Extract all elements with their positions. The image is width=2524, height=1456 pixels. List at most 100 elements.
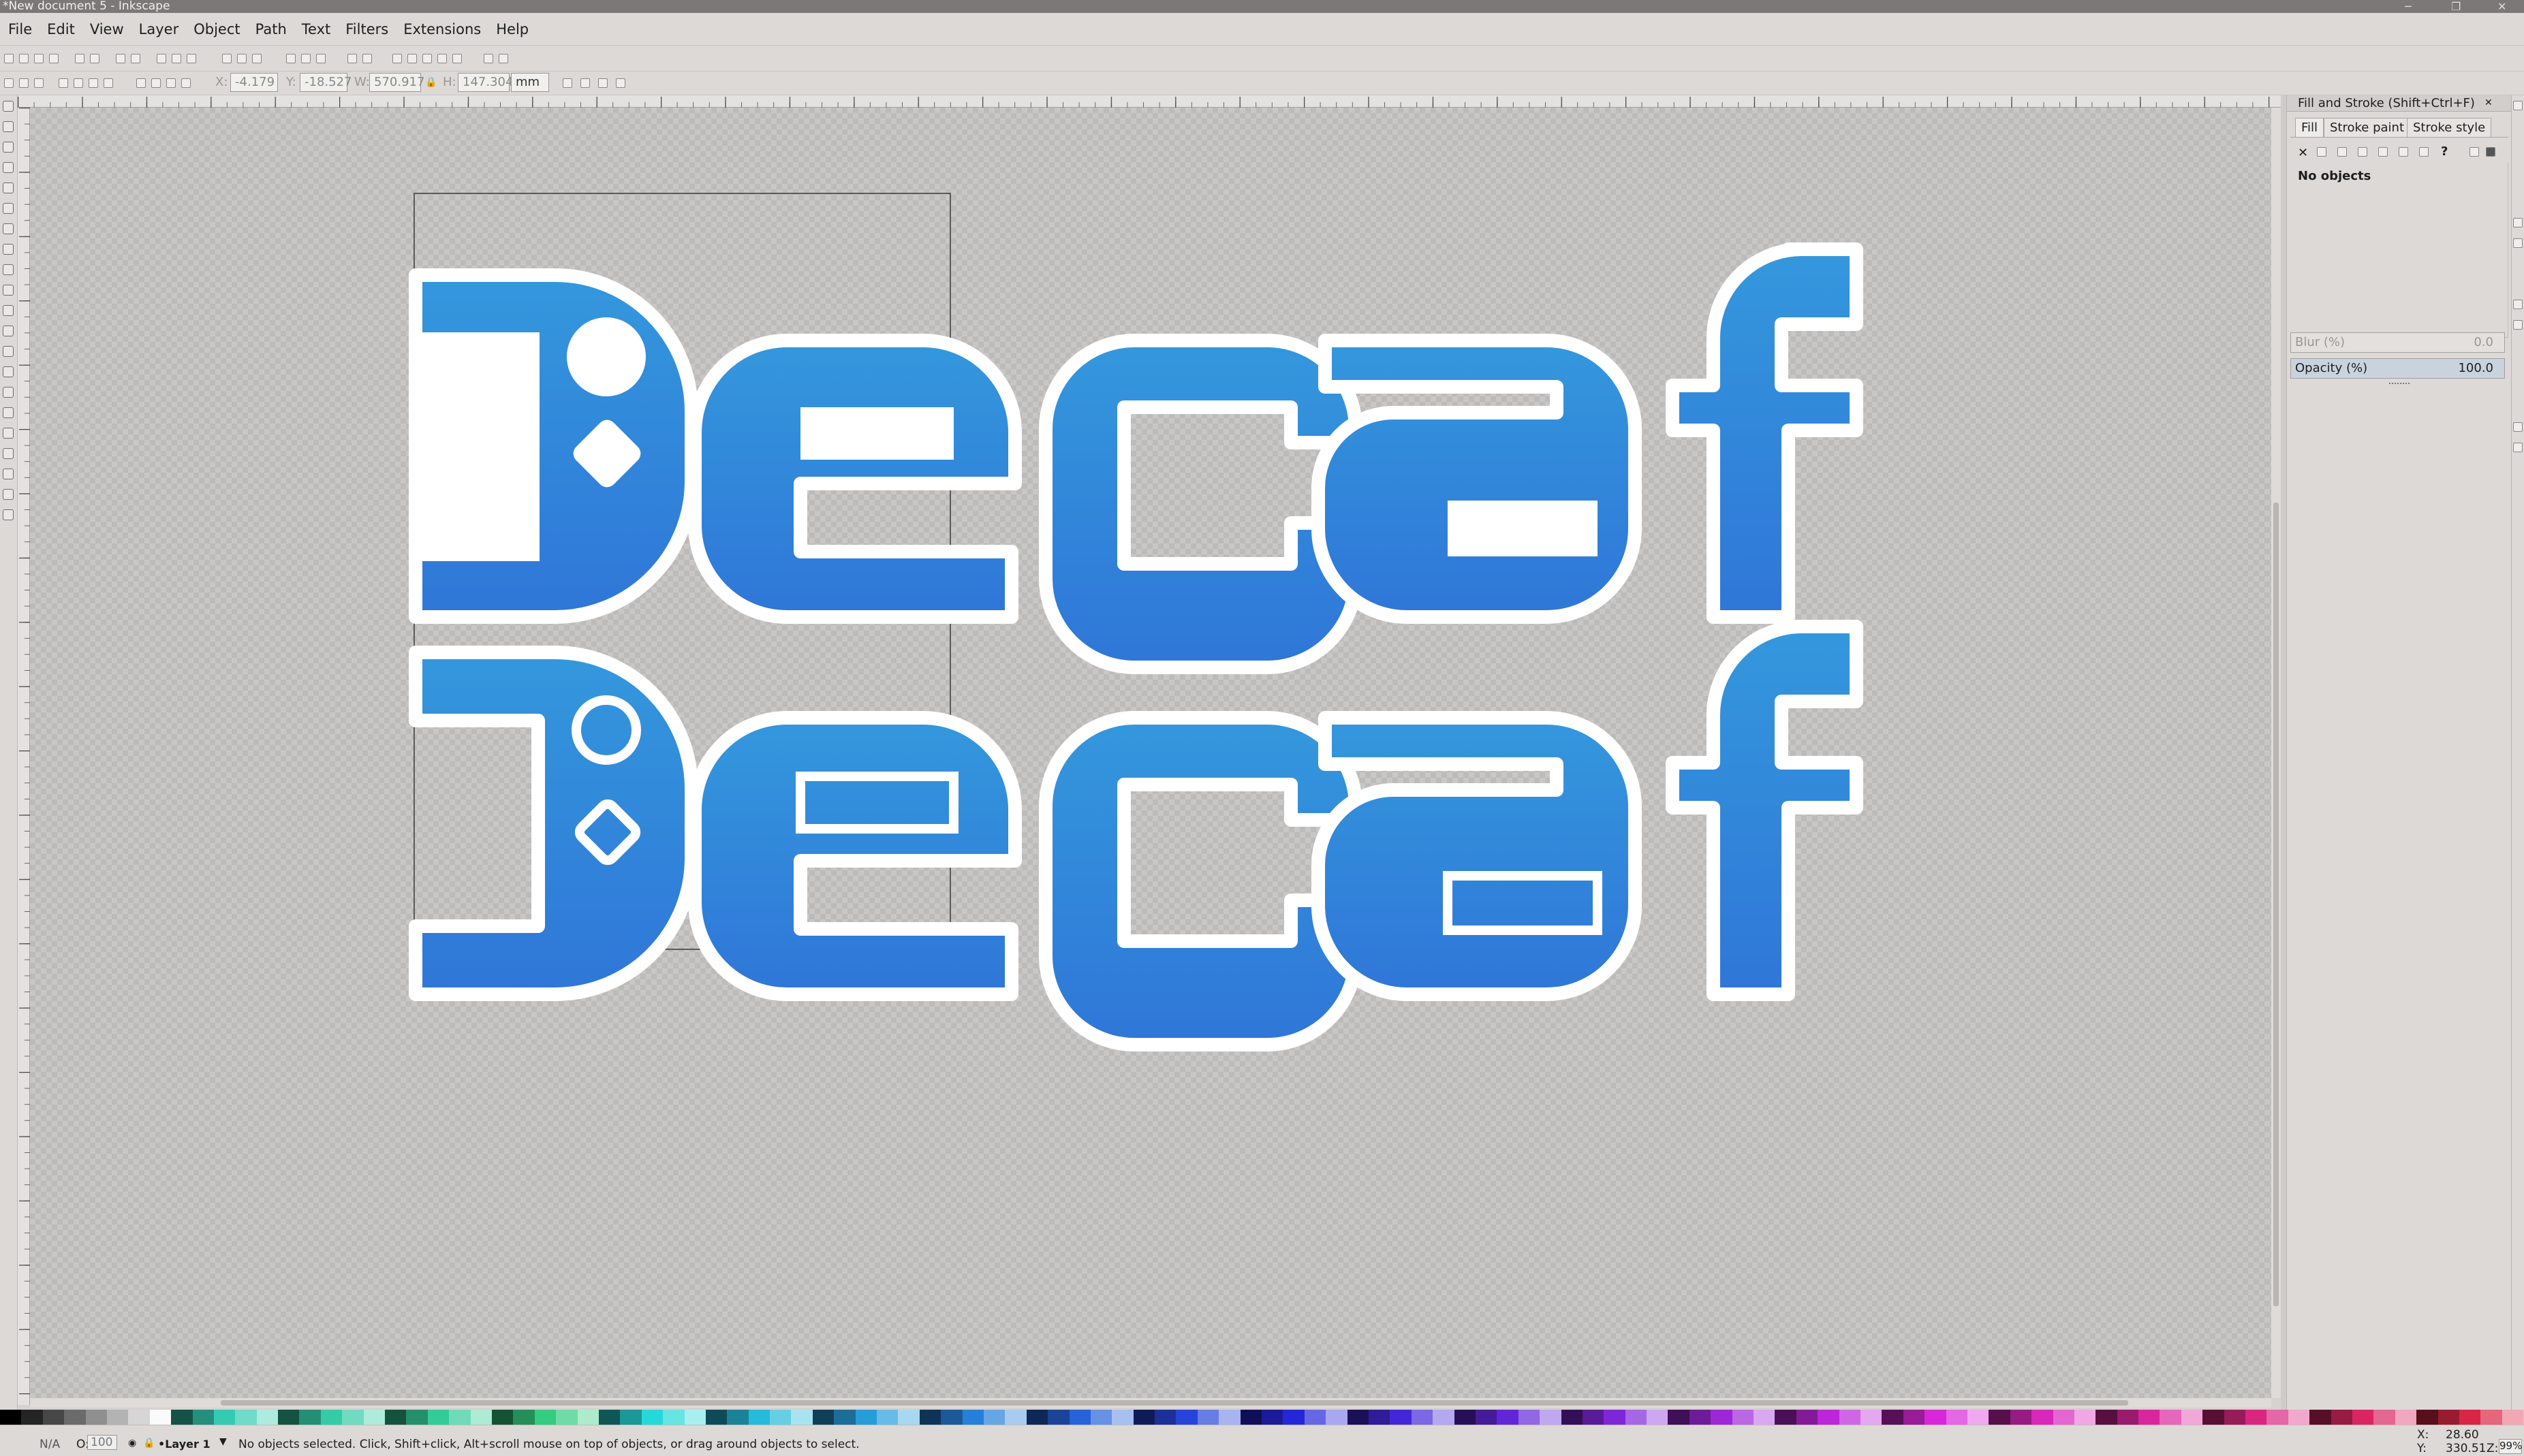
- snap-page-icon[interactable]: [2513, 300, 2523, 309]
- palette-swatch[interactable]: [299, 1410, 321, 1425]
- palette-swatch[interactable]: [42, 1410, 65, 1425]
- flat-color-icon[interactable]: [2317, 147, 2326, 157]
- w-field[interactable]: 570.917: [369, 73, 424, 92]
- group-icon[interactable]: [347, 54, 357, 63]
- text-font-icon[interactable]: [407, 54, 417, 63]
- visibility-icon[interactable]: ◉: [128, 1438, 136, 1449]
- palette-swatch[interactable]: [598, 1410, 621, 1425]
- bucket-tool-icon[interactable]: [3, 428, 14, 439]
- gradient-tool-icon[interactable]: [3, 448, 14, 459]
- flip-horizontal-icon[interactable]: [89, 78, 98, 88]
- lock-icon[interactable]: 🔒: [143, 1438, 155, 1449]
- palette-swatch[interactable]: [1390, 1410, 1412, 1425]
- color-palette[interactable]: [0, 1410, 2524, 1425]
- palette-swatch[interactable]: [2416, 1410, 2438, 1425]
- clone-icon[interactable]: [301, 54, 311, 63]
- import-icon[interactable]: [75, 54, 84, 63]
- palette-swatch[interactable]: [748, 1410, 770, 1425]
- no-paint-icon[interactable]: ✕: [2298, 146, 2308, 160]
- fill-indicator[interactable]: N/A: [40, 1438, 60, 1451]
- palette-swatch[interactable]: [1283, 1410, 1305, 1425]
- opacity-slider[interactable]: Opacity (%) 100.0: [2290, 358, 2505, 379]
- selector-tool-icon[interactable]: [3, 101, 14, 112]
- palette-swatch[interactable]: [2181, 1410, 2203, 1425]
- close-window-button[interactable]: ✕: [2497, 0, 2506, 13]
- horizontal-scrollbar[interactable]: [30, 1398, 2271, 1408]
- redo-icon[interactable]: [131, 54, 140, 63]
- palette-swatch[interactable]: [1582, 1410, 1604, 1425]
- open-icon[interactable]: [19, 54, 29, 63]
- select-all-layers-icon[interactable]: [19, 78, 29, 88]
- palette-swatch[interactable]: [2502, 1410, 2524, 1425]
- palette-swatch[interactable]: [278, 1410, 300, 1425]
- menu-filters[interactable]: Filters: [339, 21, 396, 37]
- palette-swatch[interactable]: [898, 1410, 920, 1425]
- palette-swatch[interactable]: [791, 1410, 813, 1425]
- unlink-clone-icon[interactable]: [316, 54, 326, 63]
- palette-swatch[interactable]: [2395, 1410, 2417, 1425]
- dropper-tool-icon[interactable]: [3, 489, 14, 500]
- palette-swatch[interactable]: [1625, 1410, 1647, 1425]
- save-icon[interactable]: [34, 54, 44, 63]
- vertical-scrollbar[interactable]: [2271, 108, 2281, 1398]
- select-all-icon[interactable]: [4, 78, 14, 88]
- mesh-gradient-icon[interactable]: [2378, 147, 2388, 157]
- move-patterns-icon[interactable]: [616, 78, 625, 88]
- palette-swatch[interactable]: [1946, 1410, 1967, 1425]
- palette-swatch[interactable]: [1454, 1410, 1476, 1425]
- preferences-icon[interactable]: [452, 54, 462, 63]
- node-tool-icon[interactable]: [3, 121, 14, 132]
- maximize-button[interactable]: ❐: [2451, 0, 2461, 13]
- palette-swatch[interactable]: [427, 1410, 450, 1425]
- zoom-tool-icon[interactable]: [3, 162, 14, 173]
- snap-grid-icon[interactable]: [2513, 422, 2523, 432]
- scale-corners-icon[interactable]: [580, 78, 590, 88]
- move-gradients-icon[interactable]: [598, 78, 608, 88]
- fill-rule-evenodd-icon[interactable]: [2470, 147, 2479, 157]
- palette-swatch[interactable]: [1433, 1410, 1454, 1425]
- palette-swatch[interactable]: [1668, 1410, 1689, 1425]
- menu-edit[interactable]: Edit: [40, 21, 83, 37]
- copy-icon[interactable]: [157, 54, 166, 63]
- palette-swatch[interactable]: [21, 1410, 43, 1425]
- palette-swatch[interactable]: [406, 1410, 428, 1425]
- palette-swatch[interactable]: [1005, 1410, 1027, 1425]
- palette-swatch[interactable]: [2266, 1410, 2288, 1425]
- palette-swatch[interactable]: [256, 1410, 279, 1425]
- linear-gradient-icon[interactable]: [2337, 147, 2347, 157]
- rotate-cw-icon[interactable]: [74, 78, 83, 88]
- duplicate-icon[interactable]: [286, 54, 296, 63]
- text-tool-icon[interactable]: [3, 366, 14, 377]
- palette-swatch[interactable]: [1112, 1410, 1134, 1425]
- layer-dropdown-icon[interactable]: ▼: [219, 1436, 227, 1447]
- zoom-page-icon[interactable]: [252, 54, 262, 63]
- palette-swatch[interactable]: [513, 1410, 535, 1425]
- rectangle-tool-icon[interactable]: [3, 203, 14, 214]
- unset-paint-icon[interactable]: ?: [2441, 144, 2448, 159]
- y-field[interactable]: -18.527: [300, 73, 352, 92]
- flip-vertical-icon[interactable]: [104, 78, 113, 88]
- tab-stroke-paint[interactable]: Stroke paint: [2324, 118, 2411, 137]
- pencil-tool-icon[interactable]: [3, 305, 14, 316]
- palette-swatch[interactable]: [470, 1410, 492, 1425]
- palette-swatch[interactable]: [1262, 1410, 1283, 1425]
- snap-bbox-icon[interactable]: [2513, 218, 2523, 227]
- menu-view[interactable]: View: [83, 21, 132, 37]
- palette-swatch[interactable]: [385, 1410, 407, 1425]
- palette-swatch[interactable]: [1882, 1410, 1903, 1425]
- scale-stroke-icon[interactable]: [563, 78, 572, 88]
- palette-swatch[interactable]: [1240, 1410, 1262, 1425]
- zoom-selection-icon[interactable]: [222, 54, 232, 63]
- menu-object[interactable]: Object: [187, 21, 248, 37]
- palette-swatch[interactable]: [363, 1410, 386, 1425]
- fill-stroke-icon[interactable]: [392, 54, 402, 63]
- palette-swatch[interactable]: [2224, 1410, 2246, 1425]
- cut-icon[interactable]: [172, 54, 181, 63]
- unit-select[interactable]: mm: [511, 73, 549, 92]
- deselect-icon[interactable]: [34, 78, 44, 88]
- palette-swatch[interactable]: [235, 1410, 257, 1425]
- connector-tool-icon[interactable]: [3, 509, 14, 520]
- palette-swatch[interactable]: [2480, 1410, 2502, 1425]
- palette-swatch[interactable]: [2352, 1410, 2374, 1425]
- snap-nodes-icon[interactable]: [2513, 238, 2523, 248]
